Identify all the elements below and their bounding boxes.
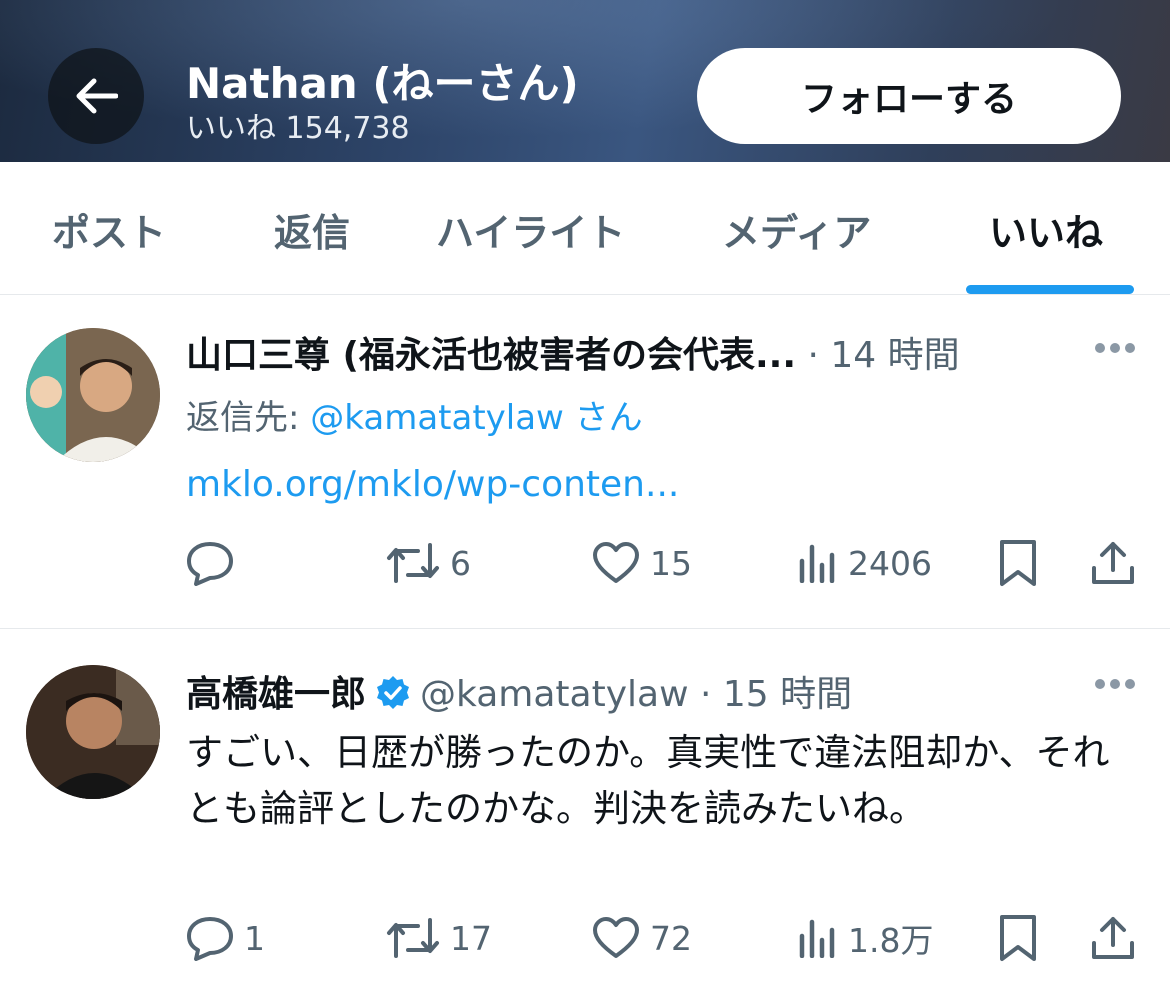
author-name[interactable]: 高橋雄一郎: [186, 674, 366, 715]
share-button[interactable]: [1090, 908, 1136, 968]
verified-badge-icon: [377, 676, 410, 709]
reply-button[interactable]: [186, 533, 244, 593]
like-count: 15: [650, 543, 692, 583]
bookmark-button[interactable]: [998, 533, 1038, 593]
separator: ·: [699, 674, 712, 715]
reply-count: 1: [244, 918, 265, 958]
timestamp[interactable]: 14 時間: [830, 335, 959, 376]
bookmark-button[interactable]: [998, 908, 1038, 968]
views-button[interactable]: 1.8万: [798, 908, 933, 968]
avatar-photo: [26, 328, 160, 462]
like-count: 72: [650, 918, 692, 958]
tweet-header: 山口三尊 (福永活也被害者の会代表... · 14 時間: [186, 326, 960, 378]
profile-tabs: ポスト 返信 ハイライト メディア いいね: [0, 162, 1170, 295]
profile-name: Nathan (ねーさん): [186, 59, 579, 108]
reply-button[interactable]: 1: [186, 908, 265, 968]
views-button[interactable]: 2406: [798, 533, 932, 593]
author-handle[interactable]: @kamatatylaw: [420, 674, 689, 715]
tweet-actions: 6 15 2406: [186, 533, 1146, 593]
repost-button[interactable]: 17: [386, 908, 492, 968]
arrow-left-icon: [76, 78, 118, 114]
repost-count: 17: [450, 918, 492, 958]
tweet-actions: 1 17 72 1.8万: [186, 908, 1146, 968]
views-icon: [799, 544, 835, 583]
more-icon[interactable]: [1094, 342, 1136, 354]
reply-icon: [187, 542, 233, 586]
active-tab-indicator: [966, 285, 1134, 294]
timestamp[interactable]: 15 時間: [723, 674, 852, 715]
reply-icon: [187, 917, 233, 961]
view-count: 2406: [848, 543, 932, 583]
profile-header: Nathan (ねーさん) いいね 154,738 フォローする: [0, 0, 1170, 162]
tab-highlights[interactable]: ハイライト: [436, 202, 625, 257]
tab-media[interactable]: メディア: [722, 202, 871, 257]
tab-posts[interactable]: ポスト: [52, 202, 166, 257]
avatar[interactable]: [26, 665, 160, 799]
tab-replies[interactable]: 返信: [274, 202, 350, 257]
reply-context: 返信先: @kamatatylaw さん: [186, 390, 643, 439]
share-icon: [1092, 542, 1134, 584]
like-button[interactable]: 15: [592, 533, 692, 593]
share-button[interactable]: [1090, 533, 1136, 593]
bookmark-icon: [1000, 540, 1036, 586]
heart-icon: [593, 917, 639, 958]
tweet[interactable]: 山口三尊 (福永活也被害者の会代表... · 14 時間 返信先: @kamat…: [0, 296, 1170, 629]
tweet-text: すごい、日歴が勝ったのか。真実性で違法阻却か、それとも論評としたのかな。判決を読…: [186, 731, 1110, 830]
avatar-photo: [26, 665, 160, 799]
repost-button[interactable]: 6: [386, 533, 471, 593]
share-icon: [1092, 917, 1134, 959]
bookmark-icon: [1000, 915, 1036, 961]
view-count: 1.8万: [848, 921, 934, 960]
tweet-header: 高橋雄一郎 @kamatatylaw · 15 時間: [186, 665, 852, 717]
reply-handle[interactable]: @kamatatylaw: [310, 398, 564, 438]
more-icon[interactable]: [1094, 678, 1136, 690]
author-name[interactable]: 山口三尊 (福永活也被害者の会代表...: [186, 335, 796, 376]
tab-likes[interactable]: いいね: [989, 202, 1103, 257]
repost-icon: [387, 543, 439, 583]
like-button[interactable]: 72: [592, 908, 692, 968]
separator: ·: [807, 335, 819, 376]
reply-prefix: 返信先:: [186, 398, 311, 438]
heart-icon: [593, 542, 639, 583]
repost-count: 6: [450, 543, 471, 583]
avatar[interactable]: [26, 328, 160, 462]
likes-count: いいね 154,738: [186, 111, 410, 146]
tweet-link[interactable]: mklo.org/mklo/wp-conten...: [186, 464, 679, 505]
tweet[interactable]: 高橋雄一郎 @kamatatylaw · 15 時間 すごい、日歴が勝ったのか。…: [0, 630, 1170, 987]
repost-icon: [387, 918, 439, 958]
reply-suffix: さん: [563, 398, 643, 438]
back-button[interactable]: [48, 48, 144, 144]
follow-button[interactable]: フォローする: [697, 48, 1121, 144]
views-icon: [799, 919, 835, 958]
